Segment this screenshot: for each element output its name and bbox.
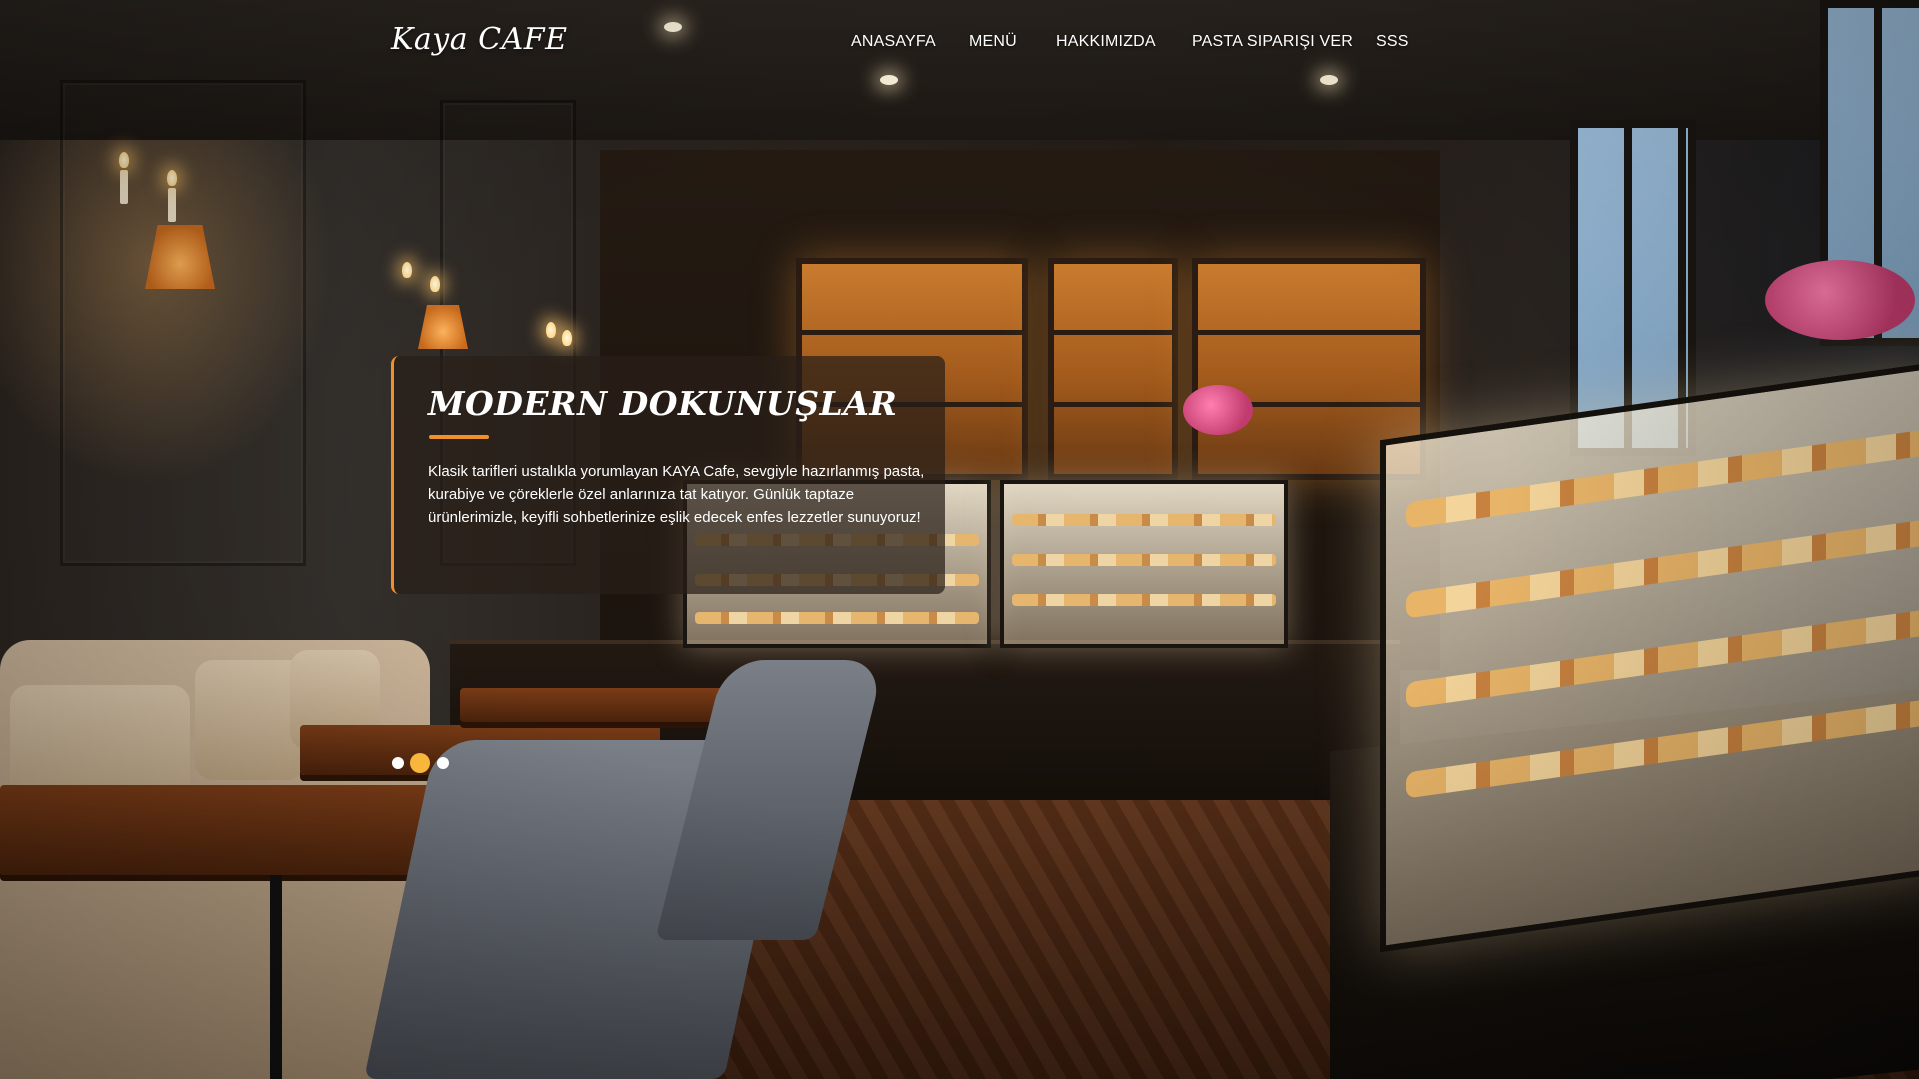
hero-description: Klasik tarifleri ustalıkla yorumlayan KA… [428, 463, 925, 526]
title-underline [429, 435, 489, 439]
slider-dot-2-active[interactable] [410, 753, 430, 773]
nav-item-anasayfa[interactable]: ANASAYFA [851, 33, 936, 51]
nav-item-sss[interactable]: SSS [1376, 33, 1409, 51]
nav-item-menu[interactable]: MENÜ [969, 33, 1017, 51]
hero-caption-card: MODERN DOKUNUŞLAR Klasik tarifleri ustal… [391, 356, 945, 594]
nav-item-hakkimizda[interactable]: HAKKIMIZDA [1056, 33, 1156, 51]
slider-dot-1[interactable] [392, 757, 404, 769]
main-menu: ANASAYFA MENÜ HAKKIMIZDA PASTA SIPARIŞI … [0, 33, 1919, 59]
nav-item-pasta-siparisi[interactable]: PASTA SIPARIŞI VER [1192, 33, 1353, 51]
slider-dot-3[interactable] [437, 757, 449, 769]
top-navigation: Kaya CAFE ANASAYFA MENÜ HAKKIMIZDA PASTA… [0, 0, 1919, 90]
hero-title: MODERN DOKUNUŞLAR [428, 384, 898, 423]
hero-background-image [0, 0, 1919, 1079]
